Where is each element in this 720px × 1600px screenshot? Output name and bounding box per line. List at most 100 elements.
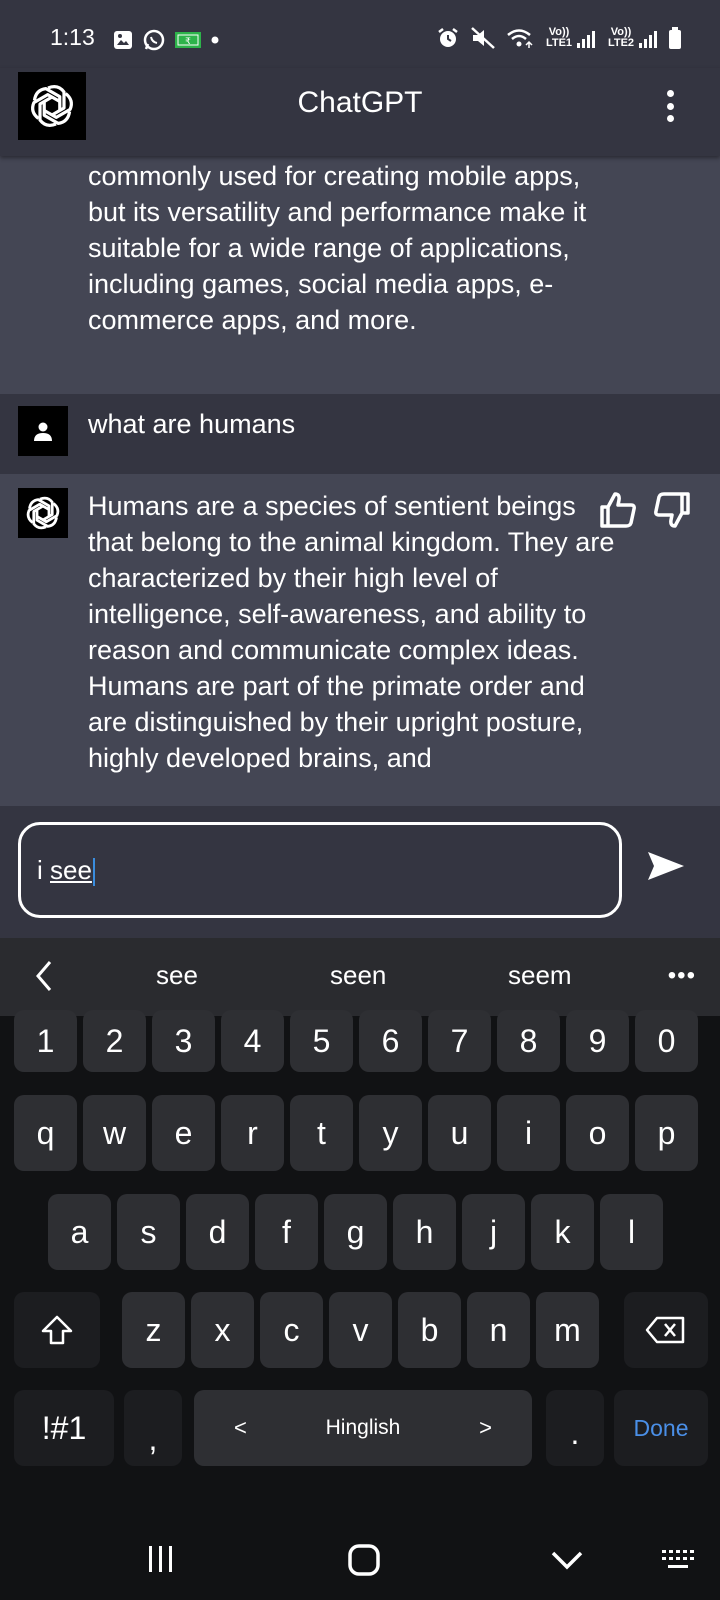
back-chevron-down-icon[interactable]: [550, 1548, 584, 1572]
key-7[interactable]: 7: [428, 1010, 491, 1072]
notification-dot-icon: [211, 36, 219, 44]
symbols-key[interactable]: !#1: [14, 1390, 114, 1466]
send-icon[interactable]: [644, 844, 688, 888]
status-bar: 1:13 ₹ Vo)) LTE1 Vo)) LTE2: [0, 0, 720, 68]
key-r[interactable]: r: [221, 1095, 284, 1171]
menu-dot: [666, 102, 674, 110]
key-h[interactable]: h: [393, 1194, 456, 1270]
suggestion-bar: see seen seem •••: [0, 938, 720, 1016]
key-4[interactable]: 4: [221, 1010, 284, 1072]
key-t[interactable]: t: [290, 1095, 353, 1171]
menu-dot: [666, 115, 674, 122]
thumbs-down-icon[interactable]: [652, 490, 692, 530]
key-b[interactable]: b: [398, 1292, 461, 1368]
backspace-icon: [645, 1316, 685, 1344]
period-key[interactable]: .: [546, 1390, 604, 1466]
key-n[interactable]: n: [467, 1292, 530, 1368]
message-text: what are humans: [88, 409, 296, 439]
gallery-icon: [114, 31, 132, 49]
message-text: commonly used for creating mobile apps, …: [88, 161, 587, 335]
chevron-left-icon[interactable]: [30, 958, 60, 994]
key-v[interactable]: v: [329, 1292, 392, 1368]
home-icon[interactable]: [346, 1542, 382, 1578]
key-2[interactable]: 2: [83, 1010, 146, 1072]
key-f[interactable]: f: [255, 1194, 318, 1270]
key-3[interactable]: 3: [152, 1010, 215, 1072]
more-options-icon[interactable]: •••: [668, 962, 696, 990]
input-bar: i see: [0, 806, 720, 938]
app-title: ChatGPT: [297, 86, 423, 119]
shift-key[interactable]: [14, 1292, 100, 1368]
user-message: what are humans: [0, 394, 720, 474]
key-p[interactable]: p: [635, 1095, 698, 1171]
suggestion-item[interactable]: see: [156, 960, 198, 991]
key-0[interactable]: 0: [635, 1010, 698, 1072]
input-prefix: i: [37, 855, 50, 885]
status-time: 1:13: [50, 24, 95, 50]
comma-key[interactable]: ,: [124, 1390, 182, 1466]
whatsapp-icon: [143, 29, 165, 51]
key-1[interactable]: 1: [14, 1010, 77, 1072]
done-key[interactable]: Done: [614, 1390, 708, 1466]
input-text: i see: [37, 855, 95, 887]
app-bar: ChatGPT: [0, 68, 720, 156]
key-o[interactable]: o: [566, 1095, 629, 1171]
suggestion-item[interactable]: seen: [330, 960, 386, 991]
assistant-message: commonly used for creating mobile apps, …: [0, 156, 720, 396]
key-q[interactable]: q: [14, 1095, 77, 1171]
keyboard: see seen seem ••• 1234567890qwertyuiopas…: [0, 938, 720, 1600]
mute-icon: [471, 27, 495, 49]
sim2-label: Vo)) LTE2: [607, 26, 635, 49]
key-d[interactable]: d: [186, 1194, 249, 1270]
key-5[interactable]: 5: [290, 1010, 353, 1072]
key-6[interactable]: 6: [359, 1010, 422, 1072]
signal-1-icon: [577, 31, 595, 48]
input-composing-word: see: [50, 855, 92, 885]
user-avatar-icon: [18, 406, 68, 456]
status-left-icons: ₹: [112, 28, 220, 52]
alarm-icon: [438, 28, 458, 47]
key-z[interactable]: z: [122, 1292, 185, 1368]
language-next-icon: >: [479, 1415, 492, 1440]
language-prev-icon: <: [234, 1415, 247, 1440]
key-9[interactable]: 9: [566, 1010, 629, 1072]
signal-2-icon: [639, 31, 657, 48]
status-right-icons: Vo)) LTE1 Vo)) LTE2: [436, 26, 682, 50]
key-j[interactable]: j: [462, 1194, 525, 1270]
thumbs-up-icon[interactable]: [598, 490, 638, 530]
key-a[interactable]: a: [48, 1194, 111, 1270]
chat-thread[interactable]: commonly used for creating mobile apps, …: [0, 156, 720, 806]
menu-dot: [666, 90, 674, 97]
key-s[interactable]: s: [117, 1194, 180, 1270]
key-l[interactable]: l: [600, 1194, 663, 1270]
sim1-label: Vo)) LTE1: [545, 26, 573, 49]
key-u[interactable]: u: [428, 1095, 491, 1171]
backspace-key[interactable]: [624, 1292, 708, 1368]
key-i[interactable]: i: [497, 1095, 560, 1171]
navigation-bar: [0, 1520, 720, 1600]
key-y[interactable]: y: [359, 1095, 422, 1171]
overflow-menu-button[interactable]: [664, 90, 676, 122]
key-e[interactable]: e: [152, 1095, 215, 1171]
wifi-icon: [507, 29, 533, 48]
key-m[interactable]: m: [536, 1292, 599, 1368]
assistant-message: Humans are a species of sentient beings …: [0, 474, 720, 806]
key-8[interactable]: 8: [497, 1010, 560, 1072]
assistant-avatar-icon: [18, 488, 68, 538]
language-label: Hinglish: [325, 1416, 401, 1439]
key-k[interactable]: k: [531, 1194, 594, 1270]
svg-text:₹: ₹: [185, 36, 191, 46]
space-key[interactable]: < Hinglish >: [194, 1390, 532, 1466]
battery-icon: [669, 27, 681, 49]
recents-icon[interactable]: [146, 1542, 176, 1576]
key-g[interactable]: g: [324, 1194, 387, 1270]
feedback-buttons: [598, 490, 692, 530]
key-w[interactable]: w: [83, 1095, 146, 1171]
key-x[interactable]: x: [191, 1292, 254, 1368]
suggestion-item[interactable]: seem: [508, 960, 572, 991]
message-input[interactable]: i see: [18, 822, 622, 918]
text-caret: [92, 858, 95, 887]
key-c[interactable]: c: [260, 1292, 323, 1368]
keyboard-switch-icon[interactable]: [660, 1548, 696, 1572]
shift-icon: [41, 1315, 73, 1345]
